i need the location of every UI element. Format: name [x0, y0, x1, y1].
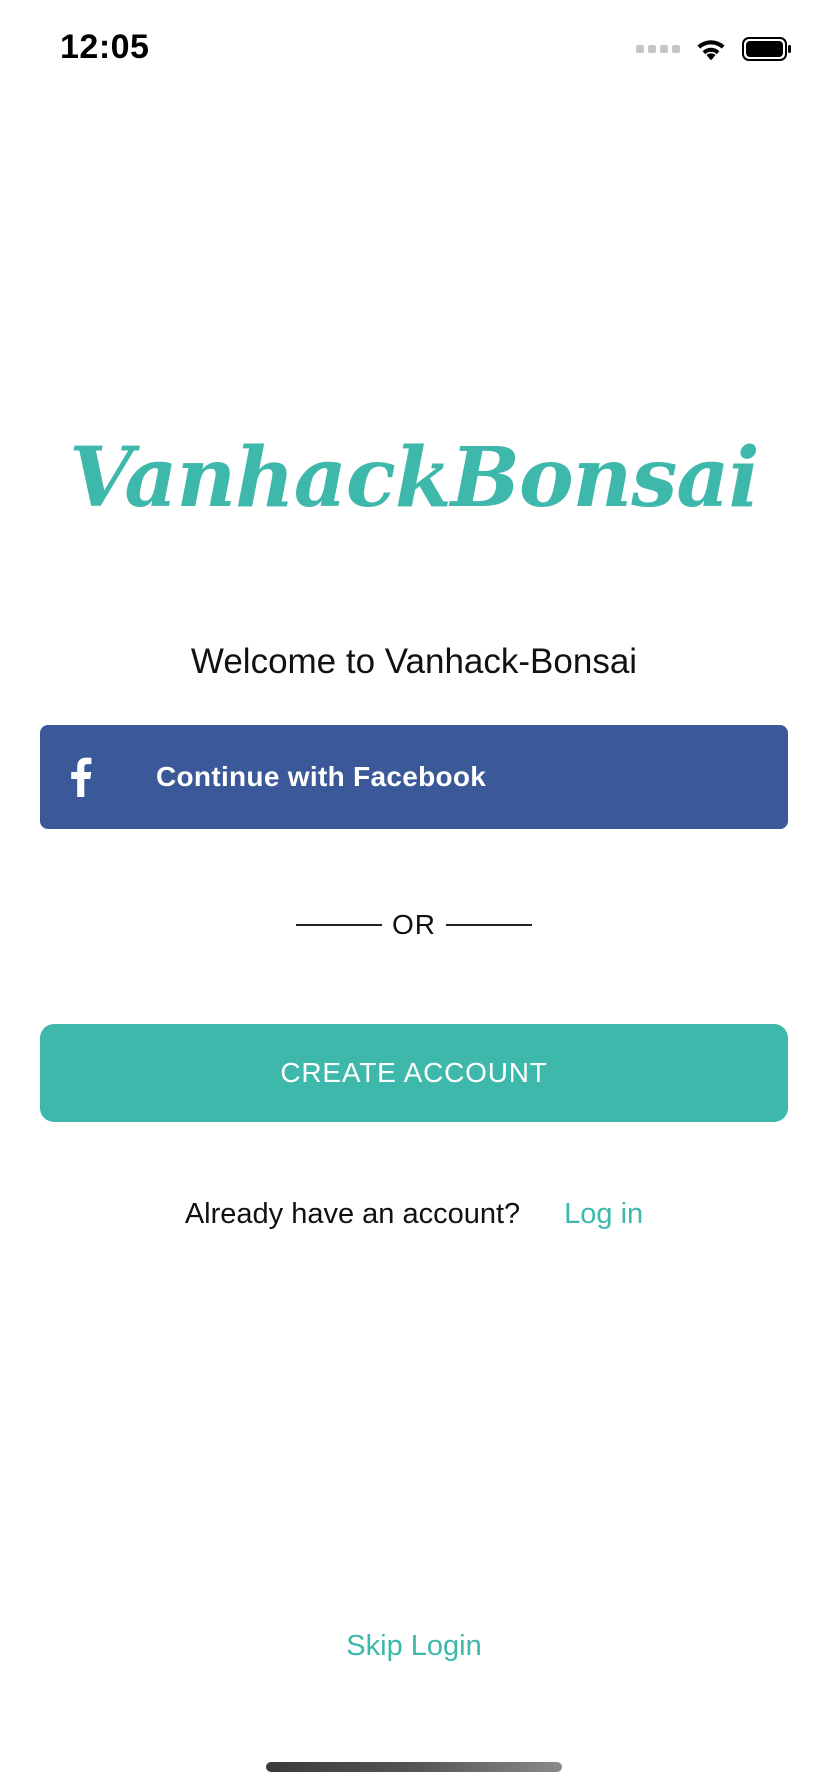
divider-line-right — [446, 924, 532, 926]
login-prompt: Already have an account? — [184, 1198, 521, 1230]
battery-icon — [742, 37, 791, 61]
status-icons — [636, 36, 792, 62]
facebook-button-label: Continue with Facebook — [156, 761, 487, 792]
continue-with-facebook-button[interactable]: Continue with Facebook — [40, 725, 788, 829]
status-time: 12:05 — [60, 28, 150, 66]
signal-dots-icon — [636, 45, 680, 53]
welcome-text: Welcome to Vanhack-Bonsai — [190, 642, 638, 681]
create-account-button[interactable]: CREATE ACCOUNT — [40, 1024, 788, 1122]
divider-line-left — [296, 924, 382, 926]
wifi-icon — [697, 40, 725, 61]
facebook-icon — [71, 757, 92, 797]
log-in-link[interactable]: Log in — [564, 1198, 643, 1230]
or-text: OR — [392, 909, 436, 940]
status-bar: 12:05 — [0, 0, 828, 100]
skip-login-link[interactable]: Skip Login — [0, 1630, 828, 1663]
login-row: Already have an account? Log in — [0, 1198, 828, 1238]
home-indicator[interactable] — [266, 1762, 562, 1772]
or-divider: OR — [0, 905, 828, 945]
app-logo: VanhackBonsai — [69, 430, 759, 526]
